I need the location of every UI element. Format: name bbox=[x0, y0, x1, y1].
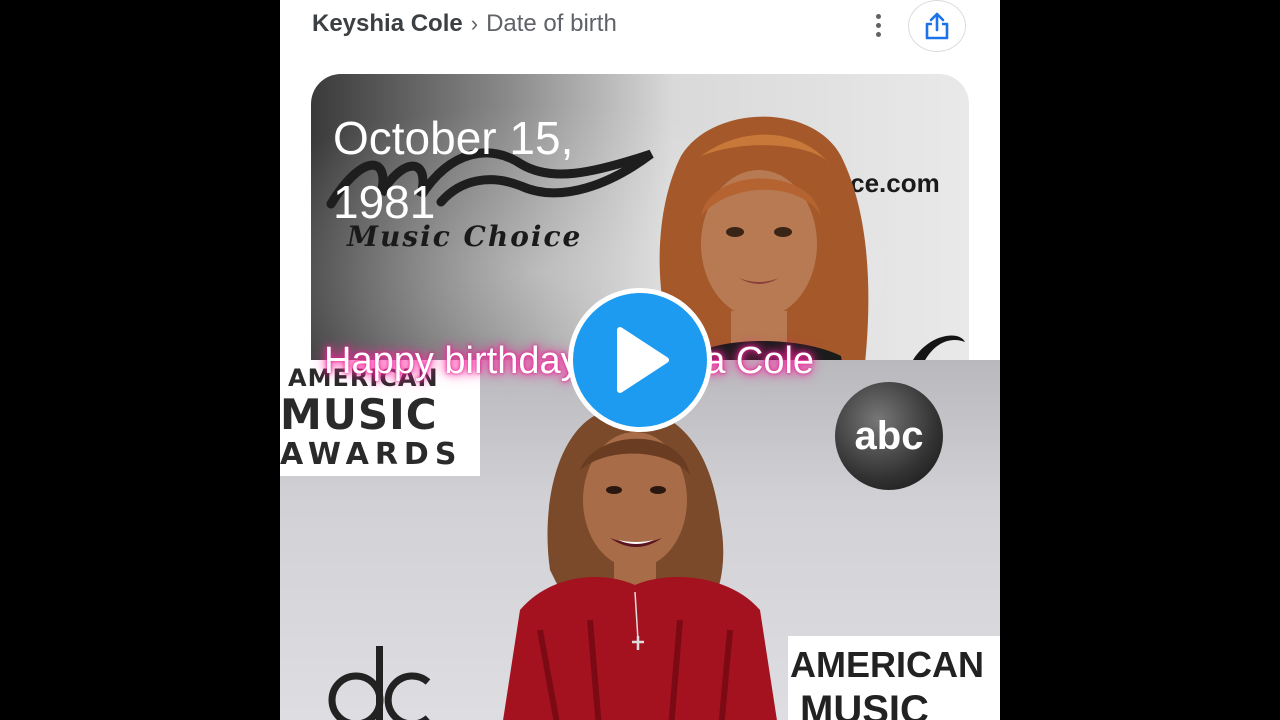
date-of-birth-value: October 15, 1981 bbox=[333, 112, 574, 228]
breadcrumb-attribute: Date of birth bbox=[486, 10, 617, 37]
share-icon bbox=[925, 12, 949, 40]
breadcrumb-separator: › bbox=[470, 11, 479, 36]
video-frame: Keyshia Cole › Date of birth Music Choic… bbox=[280, 0, 1000, 720]
logo-swoosh bbox=[913, 335, 965, 360]
dc-logo bbox=[328, 646, 431, 720]
play-button[interactable] bbox=[568, 288, 712, 432]
breadcrumb-subject[interactable]: Keyshia Cole bbox=[312, 10, 463, 38]
more-vert-icon[interactable] bbox=[866, 10, 890, 40]
american-music-logo-secondary: AMERICAN MUSIC bbox=[788, 636, 1000, 720]
share-button[interactable] bbox=[908, 0, 966, 52]
abc-network-logo: abc bbox=[835, 382, 943, 490]
breadcrumb: Keyshia Cole › Date of birth bbox=[312, 8, 617, 40]
play-icon bbox=[617, 327, 669, 393]
